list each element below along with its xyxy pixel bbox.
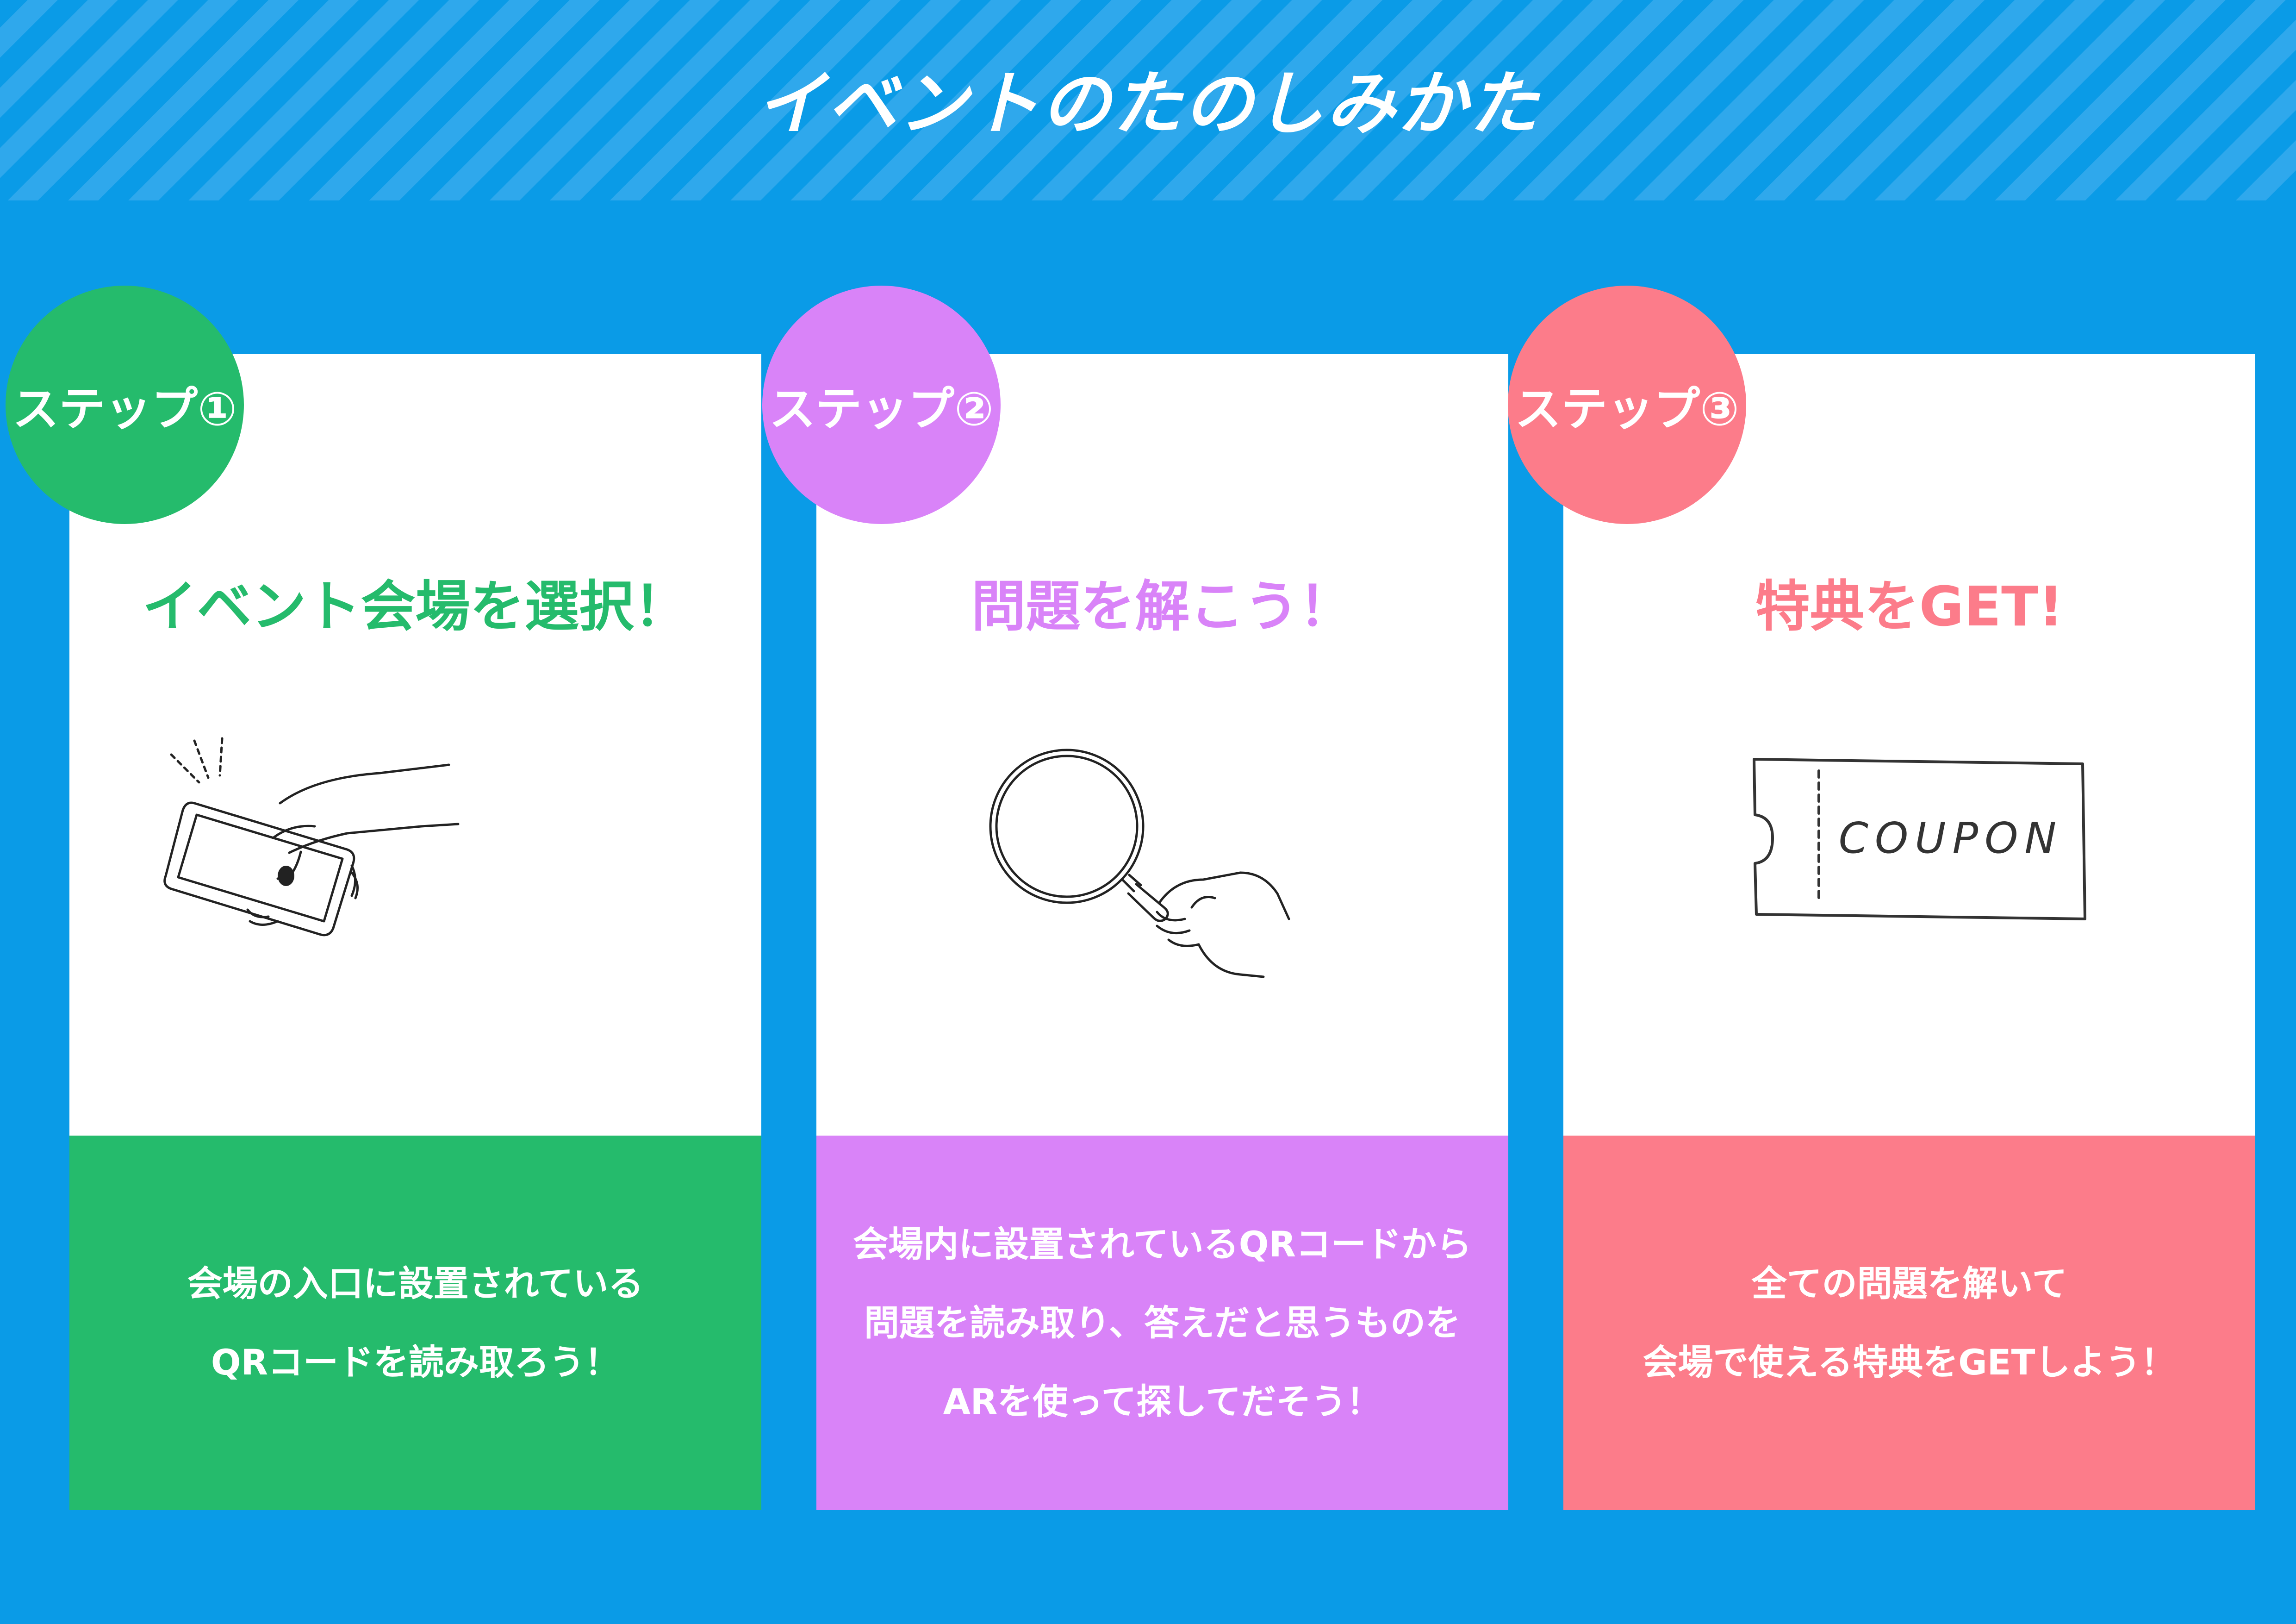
step-badge-label: ステップ① <box>12 382 237 436</box>
description-line: QRコードを読み取ろう！ <box>211 1341 620 1383</box>
description-line: 会場で使える特典をGETしよう！ <box>1643 1341 2176 1383</box>
step-heading: 問題を解こう！ <box>971 575 1354 638</box>
description-line: 会場内に設置されているQRコードから <box>853 1223 1472 1265</box>
step-badge-2: ステップ② <box>762 286 1001 524</box>
step-badge-3: ステップ③ <box>1508 286 1746 524</box>
step-badge-label: ステップ③ <box>1515 382 1739 436</box>
description-line: 問題を読み取り、答えだと思うものを <box>864 1302 1461 1343</box>
coupon-ticket-icon: COUPON <box>1753 758 2086 920</box>
magnifying-glass-icon <box>989 749 1290 978</box>
header-banner: イベントのたのしみかた <box>0 0 2296 200</box>
step-heading: イベント会場を選択！ <box>142 575 689 638</box>
description-line: 会場の入口に設置されている <box>187 1262 644 1304</box>
step-badge-1: ステップ① <box>6 286 244 524</box>
step-heading: 特典をGET! <box>1755 575 2064 638</box>
step-description: 全ての問題を解いて 会場で使える特典をGETしよう！ <box>1563 1136 2255 1510</box>
description-line: 全ての問題を解いて <box>1751 1262 2067 1304</box>
page-title: イベントのたのしみかた <box>756 64 1540 144</box>
smartphone-hand-icon <box>163 737 460 937</box>
step-description: 会場の入口に設置されている QRコードを読み取ろう！ <box>69 1136 761 1510</box>
coupon-label: COUPON <box>1839 813 2063 863</box>
step-description: 会場内に設置されているQRコードから 問題を読み取り、答えだと思うものを ARを… <box>816 1136 1508 1510</box>
step-badge-label: ステップ② <box>769 382 994 436</box>
description-line: ARを使って探してだそう！ <box>943 1380 1382 1422</box>
